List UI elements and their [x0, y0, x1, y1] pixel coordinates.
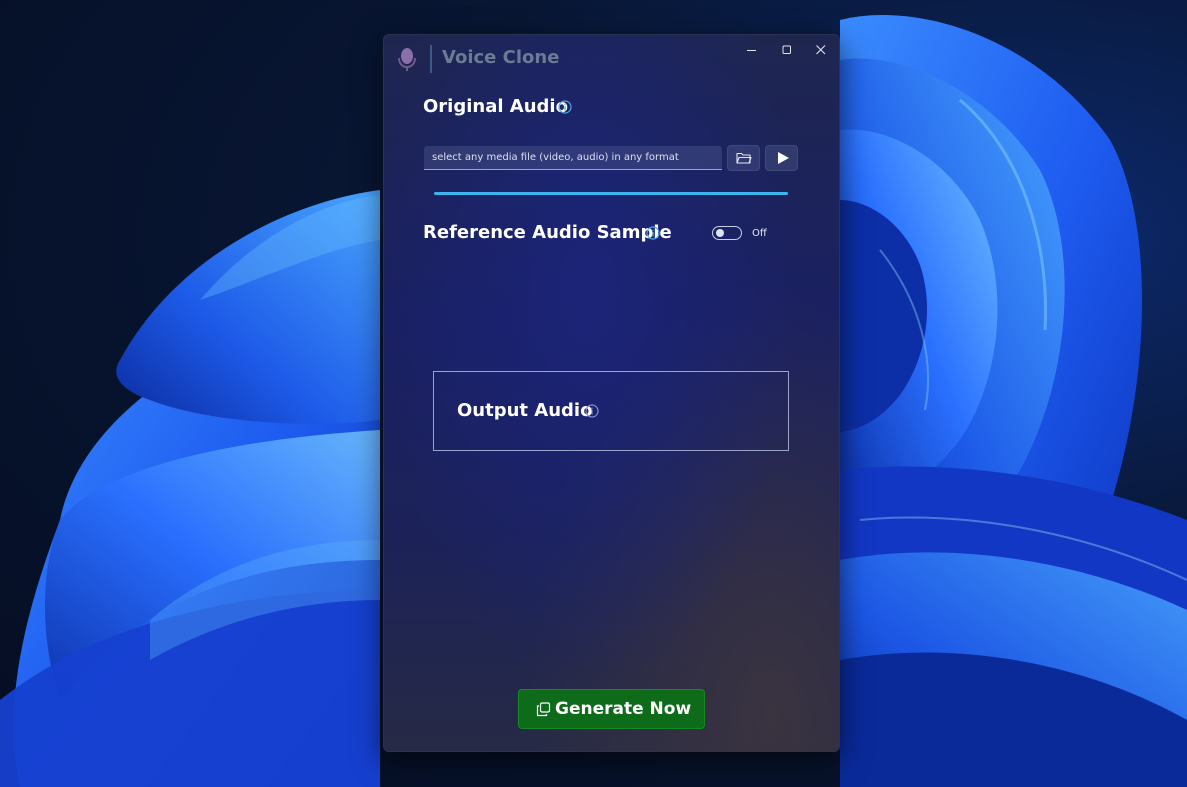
media-file-input[interactable]: [424, 146, 722, 170]
title-bar[interactable]: Voice Clone: [384, 35, 839, 83]
voice-clone-window: Voice Clone Original Audio select any me…: [383, 34, 840, 752]
minimize-icon: [747, 50, 756, 51]
reference-audio-toggle[interactable]: [712, 226, 742, 240]
info-icon[interactable]: [558, 100, 572, 114]
info-icon[interactable]: [585, 404, 599, 418]
desktop: Voice Clone Original Audio select any me…: [0, 0, 1187, 787]
copy-icon: [536, 702, 551, 717]
progress-fill: [434, 192, 788, 195]
output-audio-title: Output Audio: [457, 400, 593, 421]
browse-file-button[interactable]: [727, 145, 760, 171]
minimize-button[interactable]: [736, 39, 768, 61]
original-audio-title: Original Audio: [423, 96, 568, 117]
title-divider: [430, 45, 432, 73]
maximize-icon: [782, 45, 791, 54]
toggle-knob: [716, 229, 724, 237]
toggle-state-label: Off: [752, 228, 767, 239]
window-title: Voice Clone: [442, 47, 560, 68]
play-icon: [778, 152, 789, 164]
output-audio-panel: Output Audio: [433, 371, 789, 451]
close-icon: [816, 45, 826, 55]
generate-now-button[interactable]: Generate Now: [518, 689, 705, 729]
play-button[interactable]: [765, 145, 798, 171]
maximize-button[interactable]: [771, 39, 803, 61]
microphone-icon: [398, 48, 416, 71]
generate-now-label: Generate Now: [555, 699, 692, 719]
info-icon[interactable]: [646, 226, 660, 240]
original-audio-progress-bar: [434, 192, 788, 195]
reference-audio-title: Reference Audio Sample: [423, 222, 672, 243]
close-button[interactable]: [805, 39, 837, 61]
folder-open-icon: [736, 152, 752, 164]
